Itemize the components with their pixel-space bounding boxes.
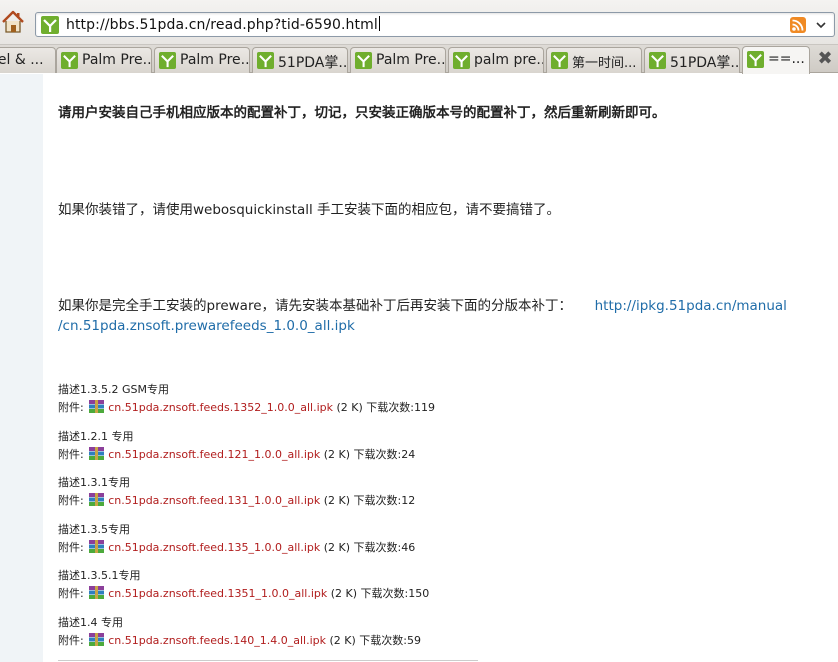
palm-favicon-icon [355, 52, 372, 69]
attachment-file-link[interactable]: cn.51pda.znsoft.feed.1351_1.0.0_all.ipk [108, 587, 327, 600]
attachment-item: 描述1.3.5.2 GSM专用 附件: cn.51pda.znsoft.feed… [58, 381, 435, 417]
post-divider [58, 660, 478, 661]
attachment-size: (2 K) [320, 448, 354, 461]
tab-label: Palm Pre... [376, 52, 446, 68]
attachment-file-link[interactable]: cn.51pda.znsoft.feeds.1352_1.0.0_all.ipk [108, 401, 333, 414]
attachment-line: 附件: cn.51pda.znsoft.feed.131_1.0.0_all.i… [58, 492, 415, 510]
manual-feed-link-continued[interactable]: /cn.51pda.znsoft.prewarefeeds_1.0.0_all.… [58, 318, 355, 334]
navigation-toolbar: http://bbs.51pda.cn/read.php?tid-6590.ht… [0, 0, 838, 45]
attachment-size: (2 K) [320, 541, 354, 554]
attachment-downloads: 下载次数:12 [353, 494, 416, 507]
tab-label: Palm Pre... [82, 52, 152, 68]
winrar-archive-icon [89, 540, 105, 553]
attachment-size: (2 K) [325, 634, 360, 647]
attachment-prefix: 附件: [58, 634, 88, 647]
palm-favicon-icon [159, 52, 176, 69]
palm-favicon-icon [257, 52, 274, 69]
tab-strip: bel & ... Palm Pre... Palm Pre... 51PDA掌… [0, 45, 838, 74]
page-viewport: 请用户安装自己手机相应版本的配置补丁，切记，只安装正确版本号的配置补丁，然后重新… [0, 74, 838, 662]
install-instruction: 请用户安装自己手机相应版本的配置补丁，切记，只安装正确版本号的配置补丁，然后重新… [58, 105, 666, 121]
home-icon [2, 10, 24, 33]
tab-2[interactable]: Palm Pre... [154, 47, 250, 73]
palm-favicon-icon [41, 16, 59, 34]
attachment-size: (2 K) [320, 494, 354, 507]
attachment-downloads: 下载次数:150 [360, 587, 430, 600]
tab-label: Palm Pre... [180, 52, 250, 68]
palm-favicon-icon [747, 51, 764, 68]
chevron-down-icon[interactable] [813, 16, 829, 34]
manual-install-text: 如果你是完全手工安装的preware，请先安装本基础补丁后再安装下面的分版本补丁… [58, 298, 573, 314]
tab-label: 51PDA掌... [670, 55, 740, 71]
attachment-file-link[interactable]: cn.51pda.znsoft.feed.135_1.0.0_all.ipk [108, 541, 320, 554]
post-content: 请用户安装自己手机相应版本的配置补丁，切记，只安装正确版本号的配置补丁，然后重新… [43, 74, 838, 662]
palm-favicon-icon [453, 52, 470, 69]
winrar-archive-icon [89, 633, 105, 646]
attachment-prefix: 附件: [58, 401, 88, 414]
tab-label: 51PDA掌... [278, 55, 348, 71]
tab-5[interactable]: palm pre... [448, 47, 544, 73]
tab-6[interactable]: 第一时间... [546, 47, 642, 73]
attachment-prefix: 附件: [58, 448, 88, 461]
tab-1[interactable]: Palm Pre... [56, 47, 152, 73]
url-text[interactable]: http://bbs.51pda.cn/read.php?tid-6590.ht… [66, 16, 380, 33]
manual-feed-link[interactable]: http://ipkg.51pda.cn/manual [595, 298, 787, 314]
attachment-item: 描述1.4 专用 附件: cn.51pda.znsoft.feeds.140_1… [58, 614, 421, 650]
attachment-line: 附件: cn.51pda.znsoft.feed.135_1.0.0_all.i… [58, 539, 415, 557]
attachment-item: 描述1.3.1专用 附件: cn.51pda.znsoft.feed.131_1… [58, 474, 415, 510]
tab-label: ==... [768, 51, 805, 67]
attachment-downloads: 下载次数:119 [366, 401, 435, 414]
attachment-downloads: 下载次数:46 [353, 541, 416, 554]
tab-label: 第一时间... [572, 56, 637, 71]
attachment-file-link[interactable]: cn.51pda.znsoft.feeds.140_1.4.0_all.ipk [108, 634, 326, 647]
palm-favicon-icon [551, 52, 568, 69]
attachment-line: 附件: cn.51pda.znsoft.feeds.1352_1.0.0_all… [58, 399, 435, 417]
tab-8-active[interactable]: ==... [742, 46, 810, 74]
palm-favicon-icon [61, 52, 78, 69]
attachment-description: 描述1.2.1 专用 [58, 430, 134, 443]
attachment-description: 描述1.3.1专用 [58, 476, 130, 489]
attachment-item: 描述1.3.5专用 附件: cn.51pda.znsoft.feed.135_1… [58, 521, 415, 557]
attachment-line: 附件: cn.51pda.znsoft.feed.121_1.0.0_all.i… [58, 446, 415, 464]
close-icon: ✖ [817, 48, 833, 69]
winrar-archive-icon [89, 447, 105, 460]
attachment-downloads: 下载次数:24 [353, 448, 416, 461]
attachment-downloads: 下载次数:59 [359, 634, 421, 647]
palm-favicon-icon [649, 52, 666, 69]
attachment-file-link[interactable]: cn.51pda.znsoft.feed.131_1.0.0_all.ipk [108, 494, 320, 507]
attachment-description: 描述1.3.5专用 [58, 523, 130, 536]
attachment-description: 描述1.3.5.2 GSM专用 [58, 383, 169, 396]
rss-feed-icon[interactable] [790, 17, 806, 33]
attachment-description: 描述1.4 专用 [58, 616, 123, 629]
home-button[interactable] [0, 9, 26, 35]
attachment-item: 描述1.3.5.1专用 附件: cn.51pda.znsoft.feed.135… [58, 567, 429, 603]
attachment-item: 描述1.2.1 专用 附件: cn.51pda.znsoft.feed.121_… [58, 428, 415, 464]
tab-3[interactable]: 51PDA掌... [252, 47, 348, 73]
attachment-prefix: 附件: [58, 587, 88, 600]
tab-7[interactable]: 51PDA掌... [644, 47, 740, 73]
winrar-archive-icon [89, 586, 105, 599]
winrar-archive-icon [89, 493, 105, 506]
attachment-size: (2 K) [332, 401, 367, 414]
attachment-description: 描述1.3.5.1专用 [58, 569, 141, 582]
address-bar[interactable]: http://bbs.51pda.cn/read.php?tid-6590.ht… [35, 12, 835, 37]
attachment-file-link[interactable]: cn.51pda.znsoft.feed.121_1.0.0_all.ipk [108, 448, 320, 461]
attachment-prefix: 附件: [58, 494, 88, 507]
tab-label: palm pre... [474, 52, 544, 68]
attachment-prefix: 附件: [58, 541, 88, 554]
attachment-line: 附件: cn.51pda.znsoft.feed.1351_1.0.0_all.… [58, 585, 429, 603]
wrong-install-note: 如果你装错了，请使用webosquickinstall 手工安装下面的相应包，请… [58, 202, 561, 218]
attachment-size: (2 K) [327, 587, 361, 600]
tab-label: bel & ... [0, 52, 44, 68]
attachment-line: 附件: cn.51pda.znsoft.feeds.140_1.4.0_all.… [58, 632, 421, 650]
tab-4[interactable]: Palm Pre... [350, 47, 446, 73]
winrar-archive-icon [89, 400, 105, 413]
tab-0[interactable]: bel & ... [0, 47, 56, 73]
close-tab-button[interactable]: ✖ [816, 50, 834, 68]
manual-install-note: 如果你是完全手工安装的preware，请先安装本基础补丁后再安装下面的分版本补丁… [58, 294, 787, 314]
